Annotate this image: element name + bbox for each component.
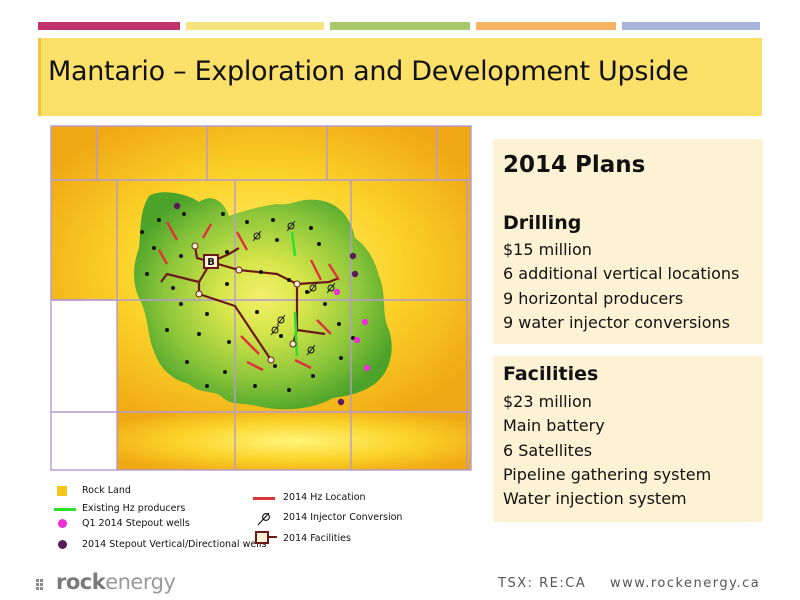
rock-land-swatch xyxy=(57,486,67,496)
title-band: Mantario – Exploration and Development U… xyxy=(38,38,762,116)
land-map-graphic: B xyxy=(49,124,473,472)
rock-energy-logo: rockenergy xyxy=(56,570,176,594)
facilities-swatch xyxy=(255,531,269,544)
open-land-area xyxy=(51,300,117,472)
drilling-item: 9 horizontal producers xyxy=(503,289,684,308)
drilling-item: $15 million xyxy=(503,240,592,259)
logo-rock: rock xyxy=(56,570,106,594)
ticker-symbol: TSX: RE:CA xyxy=(498,576,587,591)
drilling-item: 9 water injector conversions xyxy=(503,313,730,332)
facilities-panel: Facilities $23 million Main battery 6 Sa… xyxy=(493,356,763,522)
rock-energy-logo-icon xyxy=(36,579,43,590)
rock-land-strip xyxy=(117,412,471,470)
page-title: Mantario – Exploration and Development U… xyxy=(48,56,689,87)
color-bar-green xyxy=(330,22,470,30)
stepout-vertical-swatch xyxy=(58,540,67,549)
legend-rock-land: Rock Land xyxy=(54,485,254,499)
drilling-item: 6 additional vertical locations xyxy=(503,264,740,283)
legend-hz-location: 2014 Hz Location xyxy=(253,492,413,506)
facility-label: B xyxy=(207,257,215,268)
facilities-heading: Facilities xyxy=(503,363,599,385)
facilities-item: 6 Satellites xyxy=(503,441,593,460)
legend-label: Rock Land xyxy=(82,485,131,496)
plans-heading: 2014 Plans xyxy=(503,152,646,178)
website-url: www.rockenergy.ca xyxy=(610,576,761,591)
facilities-item: Water injection system xyxy=(503,489,687,508)
q1-stepout-swatch xyxy=(58,519,67,528)
legend-existing-hz: Existing Hz producers xyxy=(54,503,254,517)
drilling-panel: 2014 Plans Drilling $15 million 6 additi… xyxy=(493,139,763,344)
facilities-item: $23 million xyxy=(503,392,592,411)
facilities-line-swatch xyxy=(269,536,277,538)
legend-label: Q1 2014 Stepout wells xyxy=(82,518,190,529)
legend-label: 2014 Injector Conversion xyxy=(283,512,403,523)
injector-icon xyxy=(257,512,270,526)
hz-location-swatch xyxy=(253,497,275,500)
drilling-heading: Drilling xyxy=(503,212,582,234)
legend-facilities: 2014 Facilities xyxy=(253,531,413,549)
facilities-item: Pipeline gathering system xyxy=(503,465,712,484)
logo-energy: energy xyxy=(105,570,176,594)
color-bar-blue xyxy=(622,22,760,30)
land-map: B xyxy=(49,124,473,472)
legend-injector-conversion: 2014 Injector Conversion xyxy=(253,511,443,527)
legend-label: Existing Hz producers xyxy=(82,503,186,514)
facilities-item: Main battery xyxy=(503,416,605,435)
legend-stepout-vertical: 2014 Stepout Vertical/Directional wells xyxy=(54,539,284,553)
legend-label: 2014 Hz Location xyxy=(283,492,366,503)
legend-label: 2014 Facilities xyxy=(283,533,351,544)
color-bar-magenta xyxy=(38,22,180,30)
color-bar-orange xyxy=(476,22,616,30)
header-color-bars xyxy=(38,22,760,30)
legend-label: 2014 Stepout Vertical/Directional wells xyxy=(82,539,267,550)
color-bar-yellow xyxy=(186,22,324,30)
legend-q1-stepout: Q1 2014 Stepout wells xyxy=(54,518,254,532)
existing-hz-swatch xyxy=(54,508,76,511)
